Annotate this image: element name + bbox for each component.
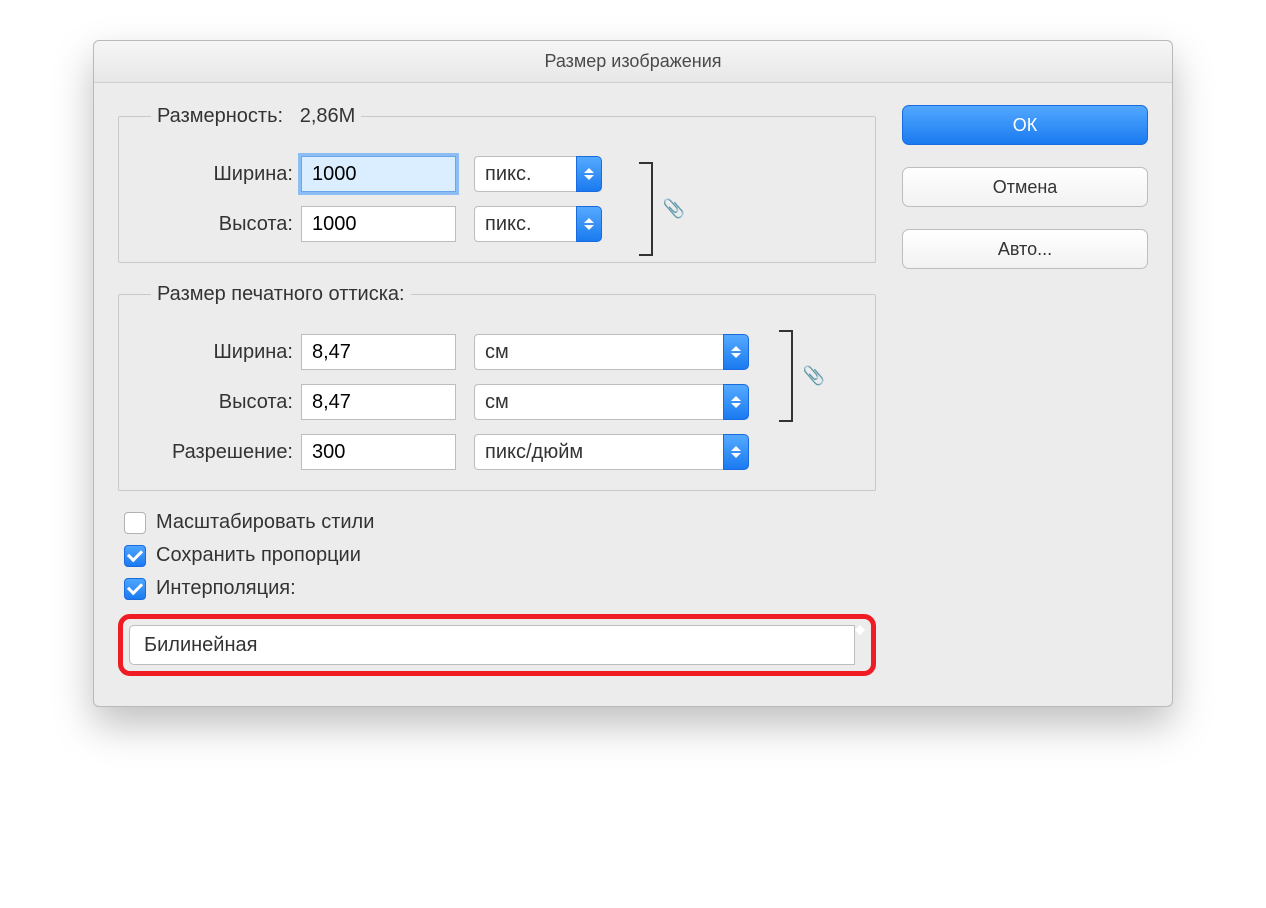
constrain-proportions-label: Сохранить пропорции <box>156 544 361 567</box>
pixel-height-label: Высота: <box>141 213 301 236</box>
resolution-unit-value: пикс/дюйм <box>474 434 723 470</box>
pixel-width-input[interactable] <box>301 156 456 192</box>
dialog-title: Размер изображения <box>544 51 721 72</box>
print-height-input[interactable] <box>301 384 456 420</box>
print-size-group: Размер печатного оттиска: Ширина: см Выс… <box>118 283 876 491</box>
chain-icon: 📎 <box>803 366 825 387</box>
resolution-unit-select[interactable]: пикс/дюйм <box>474 434 749 470</box>
print-height-label: Высота: <box>141 391 301 414</box>
interpolation-value: Билинейная <box>129 625 855 665</box>
interpolation-select[interactable]: Билинейная <box>129 625 865 665</box>
pixel-height-input[interactable] <box>301 206 456 242</box>
stepper-icon <box>855 625 865 665</box>
pixel-height-unit-select[interactable]: пикс. <box>474 206 602 242</box>
auto-button[interactable]: Авто... <box>902 229 1148 269</box>
stepper-icon <box>723 334 749 370</box>
interpolation-highlight: Билинейная <box>118 614 876 676</box>
scale-styles-label: Масштабировать стили <box>156 511 374 534</box>
stepper-icon <box>576 156 602 192</box>
resolution-input[interactable] <box>301 434 456 470</box>
print-width-unit-select[interactable]: см <box>474 334 749 370</box>
pixel-dimensions-legend: Размерность: 2,86M <box>151 105 361 128</box>
print-link-constraint: 📎 <box>779 326 819 426</box>
resample-label: Интерполяция: <box>156 577 296 600</box>
scale-styles-checkbox[interactable] <box>124 512 146 534</box>
constrain-proportions-checkbox[interactable] <box>124 545 146 567</box>
stepper-icon <box>576 206 602 242</box>
pixel-width-label: Ширина: <box>141 163 301 186</box>
pixel-legend-value: 2,86M <box>300 105 356 127</box>
stepper-icon <box>723 384 749 420</box>
print-size-legend: Размер печатного оттиска: <box>151 283 411 306</box>
pixel-height-unit-value: пикс. <box>474 206 576 242</box>
pixel-width-unit-select[interactable]: пикс. <box>474 156 602 192</box>
print-width-label: Ширина: <box>141 341 301 364</box>
print-width-unit-value: см <box>474 334 723 370</box>
pixel-dimensions-group: Размерность: 2,86M Ширина: пикс. Высота: <box>118 105 876 263</box>
print-width-input[interactable] <box>301 334 456 370</box>
cancel-button[interactable]: Отмена <box>902 167 1148 207</box>
chain-icon: 📎 <box>663 199 685 220</box>
pixel-width-unit-value: пикс. <box>474 156 576 192</box>
image-size-dialog: Размер изображения Размерность: 2,86M Ши… <box>93 40 1173 707</box>
resample-checkbox[interactable] <box>124 578 146 600</box>
pixel-legend-prefix: Размерность: <box>157 105 283 127</box>
print-height-unit-select[interactable]: см <box>474 384 749 420</box>
print-height-unit-value: см <box>474 384 723 420</box>
ok-button[interactable]: ОК <box>902 105 1148 145</box>
resolution-label: Разрешение: <box>141 441 301 464</box>
dialog-titlebar: Размер изображения <box>94 41 1172 83</box>
pixel-link-constraint: 📎 <box>639 158 679 260</box>
stepper-icon <box>723 434 749 470</box>
